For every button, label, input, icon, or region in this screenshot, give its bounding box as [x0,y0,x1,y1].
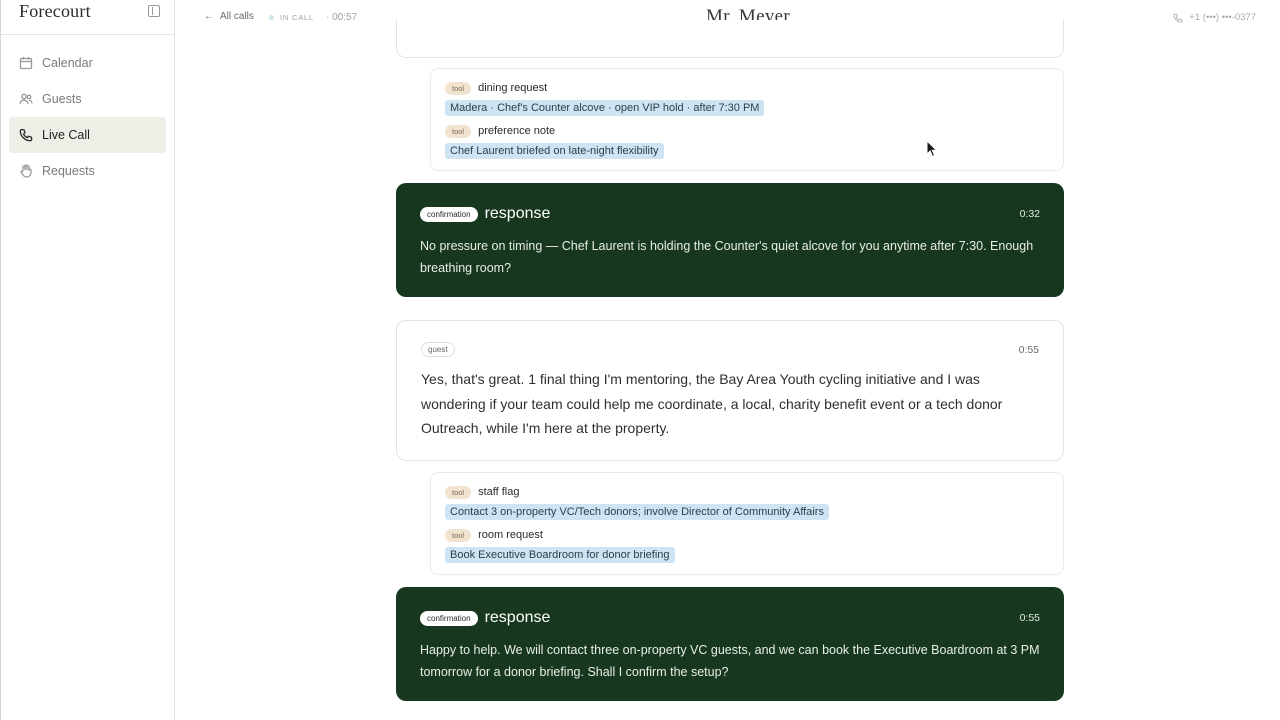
tool-row: tool dining request [445,79,1049,97]
caller-phone: +1 (•••) •••-0377 [1173,12,1256,23]
phone-icon [19,128,33,142]
sidebar-item-label: Calendar [42,56,93,70]
sidebar-nav: Calendar Guests Live Call Requests [1,35,174,199]
sidebar-item-calendar[interactable]: Calendar [9,45,166,81]
tool-call-group: tool dining request Madera · Chef's Coun… [430,68,1064,171]
response-header: confirmation response 0:32 [420,205,1040,223]
phone-small-icon [1173,13,1183,23]
sidebar: Forecourt Calendar Guests Live Call Requ… [0,0,175,720]
tool-name: dining request [478,82,548,94]
sidebar-item-label: Requests [42,164,95,178]
sidebar-header: Forecourt [1,0,174,35]
guest-badge: guest [421,342,455,357]
response-card: confirmation response 0:32 No pressure o… [396,183,1064,297]
response-text: Happy to help. We will contact three on-… [420,643,1040,679]
response-timestamp: 0:32 [1019,208,1040,220]
tool-detail-chip: Chef Laurent briefed on late-night flexi… [445,143,664,159]
tool-badge: tool [445,81,472,95]
response-title: response [484,609,551,626]
sidebar-item-requests[interactable]: Requests [9,153,166,189]
tool-name: preference note [478,125,556,137]
confirmation-badge: confirmation [420,206,478,222]
guest-text: Yes, that's great. 1 final thing I'm men… [421,371,1003,436]
tool-badge: tool [445,124,472,138]
guest-message-card: guest 0:55 Yes, that's great. 1 final th… [396,320,1064,461]
response-title: response [484,205,551,222]
mouse-pointer-icon [926,140,938,158]
tool-detail-chip: Book Executive Boardroom for donor brief… [445,547,675,563]
tool-row: tool preference note [445,122,1049,140]
guest-timestamp: 0:55 [1018,343,1039,356]
previous-message-card [396,20,1064,58]
confirmation-badge: confirmation [420,610,478,626]
calendar-icon [19,56,33,70]
hand-icon [19,164,33,178]
tool-detail-chip: Contact 3 on-property VC/Tech donors; in… [445,504,829,520]
tool-call-group: tool staff flag Contact 3 on-property VC… [430,472,1064,575]
tool-name: staff flag [478,486,520,498]
response-timestamp: 0:55 [1019,612,1040,624]
response-header: confirmation response 0:55 [420,609,1040,627]
guest-header: guest 0:55 [421,342,1039,357]
tool-name: room request [478,529,543,541]
response-card: confirmation response 0:55 Happy to help… [396,587,1064,701]
phone-number: +1 (•••) •••-0377 [1189,12,1256,23]
tool-row: tool staff flag [445,483,1049,501]
app-window: Forecourt Calendar Guests Live Call Requ… [0,0,1280,720]
tool-detail-chip: Madera · Chef's Counter alcove · open VI… [445,100,765,116]
sidebar-item-label: Live Call [42,128,90,142]
tool-badge: tool [445,485,472,499]
sidebar-item-label: Guests [42,92,82,106]
brand-logo: Forecourt [19,0,91,21]
users-icon [19,92,33,106]
sidebar-item-live-call[interactable]: Live Call [9,117,166,153]
response-text: No pressure on timing — Chef Laurent is … [420,239,1034,275]
tool-row: tool room request [445,526,1049,544]
tool-badge: tool [445,528,472,542]
collapse-sidebar-icon[interactable] [148,5,160,17]
sidebar-item-guests[interactable]: Guests [9,81,166,117]
